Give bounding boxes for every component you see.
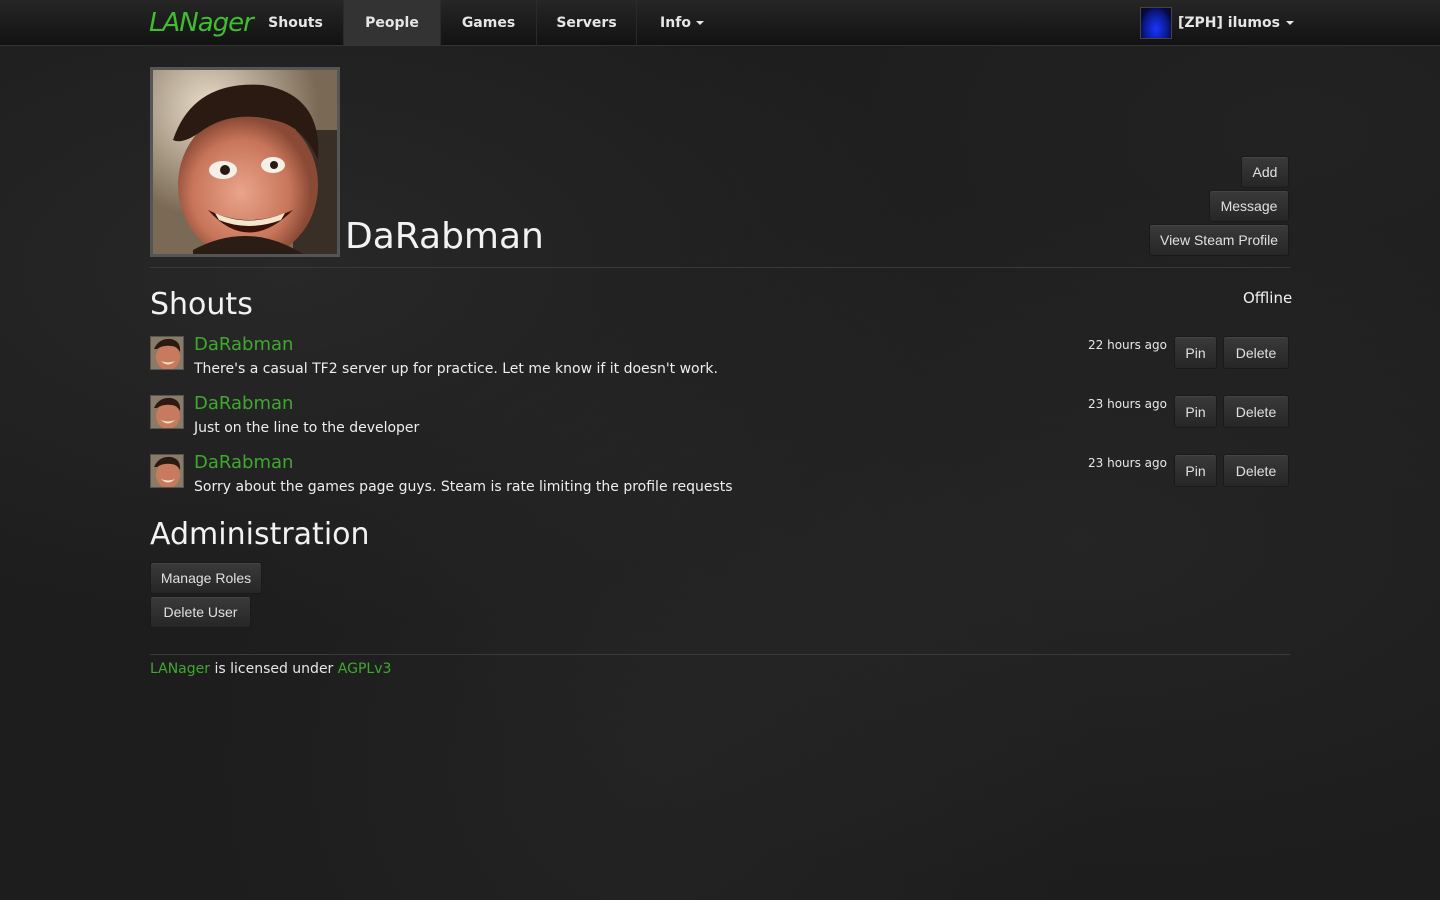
nav-games-label: Games bbox=[461, 15, 516, 31]
nav-games[interactable]: Games bbox=[441, 0, 537, 46]
shout-avatar bbox=[150, 454, 184, 488]
footer-divider bbox=[150, 654, 1290, 655]
brand-logo[interactable]: LANager bbox=[149, 4, 254, 42]
message-button[interactable]: Message bbox=[1209, 190, 1289, 222]
top-navbar: LANager Shouts People Games Servers Info… bbox=[0, 0, 1440, 46]
pin-shout-button[interactable]: Pin bbox=[1174, 336, 1217, 369]
delete-shout-button[interactable]: Delete bbox=[1223, 336, 1289, 369]
user-menu[interactable]: [ZPH] ilumos bbox=[1140, 7, 1294, 39]
view-steam-profile-button[interactable]: View Steam Profile bbox=[1149, 224, 1289, 256]
nav-people-label: People bbox=[365, 15, 419, 31]
shout-text: There's a casual TF2 server up for pract… bbox=[194, 361, 718, 377]
caret-down-icon bbox=[1285, 21, 1294, 25]
status-badge: Offline bbox=[1243, 289, 1293, 307]
license-link[interactable]: AGPLv3 bbox=[338, 661, 392, 677]
profile-avatar bbox=[150, 67, 340, 257]
administration-heading: Administration bbox=[150, 517, 370, 552]
shout-timestamp: 23 hours ago bbox=[1088, 397, 1167, 411]
delete-shout-button[interactable]: Delete bbox=[1223, 454, 1289, 487]
nav-info-label: Info bbox=[660, 15, 691, 31]
delete-shout-button[interactable]: Delete bbox=[1223, 395, 1289, 428]
shouts-heading: Shouts bbox=[150, 287, 253, 322]
nav-shouts-label: Shouts bbox=[268, 15, 323, 31]
avatar-thumbnail-icon bbox=[151, 396, 183, 428]
shout-author-link[interactable]: DaRabman bbox=[194, 452, 293, 473]
delete-user-button[interactable]: Delete User bbox=[150, 596, 251, 628]
shout-author-link[interactable]: DaRabman bbox=[194, 393, 293, 414]
add-friend-button[interactable]: Add bbox=[1241, 156, 1289, 188]
footer-text: is licensed under bbox=[210, 661, 338, 677]
shout-text: Just on the line to the developer bbox=[194, 420, 420, 436]
main-nav: Shouts People Games Servers Info bbox=[248, 0, 727, 46]
shout-timestamp: 23 hours ago bbox=[1088, 456, 1167, 470]
nav-people[interactable]: People bbox=[344, 0, 441, 46]
user-name: [ZPH] ilumos bbox=[1178, 15, 1280, 31]
profile-photo-image bbox=[153, 70, 337, 254]
shout-item: DaRabman Just on the line to the develop… bbox=[150, 393, 1290, 445]
caret-down-icon bbox=[695, 21, 704, 25]
nav-info[interactable]: Info bbox=[637, 0, 727, 46]
user-avatar bbox=[1140, 7, 1172, 39]
profile-name: DaRabman bbox=[345, 216, 544, 257]
shout-text: Sorry about the games page guys. Steam i… bbox=[194, 479, 733, 495]
nav-servers-label: Servers bbox=[556, 15, 617, 31]
pin-shout-button[interactable]: Pin bbox=[1174, 454, 1217, 487]
lanager-link[interactable]: LANager bbox=[150, 661, 210, 677]
nav-shouts[interactable]: Shouts bbox=[248, 0, 344, 46]
shout-avatar bbox=[150, 395, 184, 429]
avatar-thumbnail-icon bbox=[151, 455, 183, 487]
footer: LANager is licensed under AGPLv3 bbox=[150, 661, 391, 677]
manage-roles-button[interactable]: Manage Roles bbox=[150, 562, 262, 594]
shout-avatar bbox=[150, 336, 184, 370]
shout-timestamp: 22 hours ago bbox=[1088, 338, 1167, 352]
pin-shout-button[interactable]: Pin bbox=[1174, 395, 1217, 428]
avatar-thumbnail-icon bbox=[151, 337, 183, 369]
shout-item: DaRabman There's a casual TF2 server up … bbox=[150, 334, 1290, 386]
shout-author-link[interactable]: DaRabman bbox=[194, 334, 293, 355]
shout-item: DaRabman Sorry about the games page guys… bbox=[150, 452, 1290, 504]
nav-servers[interactable]: Servers bbox=[537, 0, 637, 46]
profile-divider bbox=[150, 267, 1290, 268]
